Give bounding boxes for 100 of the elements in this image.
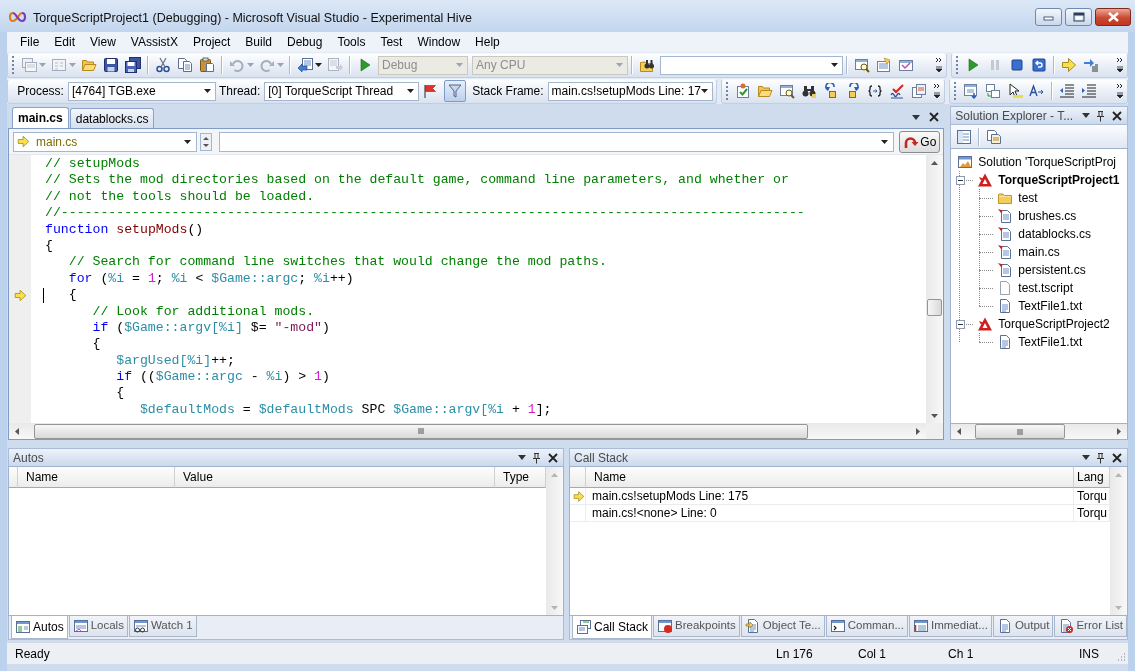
documents-icon[interactable] [911,83,927,99]
panel-tab[interactable]: Watch 1 [128,616,197,637]
tree-item[interactable]: TextFile1.txt [1018,333,1083,351]
arrow-lines-icon[interactable] [1083,57,1099,73]
overflow-chevron-icon[interactable] [1116,83,1124,99]
column-header[interactable]: Name [18,467,175,488]
documents-icon[interactable] [986,128,1003,145]
caret-icon[interactable] [1082,113,1090,118]
tree-item[interactable]: TextFile1.txt [1018,297,1083,315]
play-icon[interactable] [965,57,981,73]
pin-icon[interactable] [1094,109,1107,122]
menu-item[interactable]: Help [468,33,507,51]
panel-tab[interactable]: Immediat... [909,616,992,637]
clipboard-icon[interactable] [199,57,215,73]
document-arrow-icon[interactable] [297,57,313,73]
scrollbar-thumb[interactable] [927,299,943,316]
grip-handle[interactable] [955,56,959,74]
right-arrow-icon[interactable] [914,426,923,436]
horizontal-scrollbar[interactable] [9,423,927,439]
copy-icon[interactable] [177,57,193,73]
close-icon[interactable] [1111,109,1123,122]
tree-item[interactable]: TorqueScriptProject2 [998,315,1110,333]
menu-item[interactable]: Debug [280,33,330,51]
panel-tab[interactable]: Locals [68,616,128,637]
close-icon[interactable] [547,451,559,464]
open-folder-icon[interactable] [757,83,773,99]
scrollbar-thumb[interactable] [34,423,808,439]
close-icon[interactable] [1111,451,1123,464]
collapse-icon[interactable] [956,319,966,329]
document-tab[interactable]: main.cs [12,107,69,128]
document-tab[interactable]: datablocks.cs [69,108,155,128]
panel-tab[interactable]: Object Te... [740,616,825,637]
close-icon[interactable] [928,111,941,123]
overflow-chevron-icon[interactable] [933,83,941,99]
window-list-icon[interactable] [876,57,892,73]
menu-item[interactable]: Test [373,33,410,51]
outdent-icon[interactable] [1059,83,1075,99]
resize-grip-icon[interactable] [1115,651,1126,662]
up-arrow-icon[interactable] [930,159,940,167]
play-icon[interactable] [357,57,373,73]
left-arrow-icon[interactable] [13,426,21,436]
menu-item[interactable]: Window [410,33,468,51]
pin-icon[interactable] [530,451,543,464]
flag-icon[interactable] [422,83,439,99]
menu-item[interactable]: Project [185,33,238,51]
horizontal-scrollbar[interactable] [951,424,1127,439]
tree-item[interactable]: brushes.cs [1018,207,1077,225]
scissors-icon[interactable] [155,57,171,73]
scrollbar-thumb[interactable] [975,424,1066,439]
panel-tab[interactable]: Comman... [825,616,908,637]
tree-item[interactable]: main.cs [1018,243,1060,261]
window-list-icon[interactable] [956,128,973,145]
process-dropdown[interactable]: [4764] TGB.exe [67,81,216,101]
filter-button[interactable] [444,80,467,102]
window-magnifier-icon[interactable] [854,57,870,73]
overflow-chevron-icon[interactable] [1116,57,1124,73]
panel-tab[interactable]: Error List [1054,616,1128,637]
go-button[interactable]: Go [899,130,941,153]
tag-arrow-icon[interactable] [823,83,839,99]
tree-item[interactable]: TorqueScriptProject1 [998,171,1120,189]
restart-icon[interactable] [1031,57,1047,73]
column-header[interactable]: Name [586,467,1074,488]
vertical-scrollbar[interactable] [926,155,944,423]
overflow-chevron-icon[interactable] [935,57,943,73]
menu-item[interactable]: Build [238,33,279,51]
tree-item[interactable]: test.tscript [1018,279,1073,297]
pointer-icon[interactable] [1007,83,1023,99]
menu-item[interactable]: VAssistX [123,33,185,51]
floppy-disks-icon[interactable] [125,57,141,73]
close-button[interactable] [1095,8,1131,26]
braces-icon[interactable] [867,83,883,99]
down-arrow-icon[interactable] [930,412,940,420]
tree-item[interactable]: persistent.cs [1018,261,1086,279]
tree-item[interactable]: test [1018,189,1038,207]
stack-frame-dropdown[interactable]: main.cs!setupMods Line: 17 [547,81,713,101]
menu-item[interactable]: Edit [47,33,83,51]
panel-tab[interactable]: Autos [11,616,68,639]
indent-icon[interactable] [1081,83,1097,99]
menu-item[interactable]: View [83,33,123,51]
up-down-arrows-icon[interactable] [200,132,212,151]
spellcheck-icon[interactable] [889,83,905,99]
stop-icon[interactable] [1009,57,1025,73]
column-header[interactable]: Value [175,467,495,488]
linked-windows-icon[interactable] [985,83,1001,99]
grip-handle[interactable] [11,56,15,74]
tree-item[interactable]: datablocks.cs [1018,225,1091,243]
file-dropdown[interactable]: main.cs [13,131,197,152]
letter-arrow-icon[interactable] [1029,83,1045,99]
pin-icon[interactable] [1094,451,1107,464]
caret-icon[interactable] [1082,455,1090,460]
caret-icon[interactable] [912,114,921,120]
checklist-icon[interactable] [735,83,751,99]
open-folder-icon[interactable] [81,57,97,73]
caret-icon[interactable] [315,63,322,67]
menu-item[interactable]: File [13,33,47,51]
right-arrow-icon[interactable] [1115,427,1123,436]
window-check-icon[interactable] [898,57,914,73]
grip-handle[interactable] [725,82,729,100]
tree-item[interactable]: Solution 'TorqueScriptProj [978,153,1116,171]
column-header[interactable]: Lang [1074,467,1110,488]
